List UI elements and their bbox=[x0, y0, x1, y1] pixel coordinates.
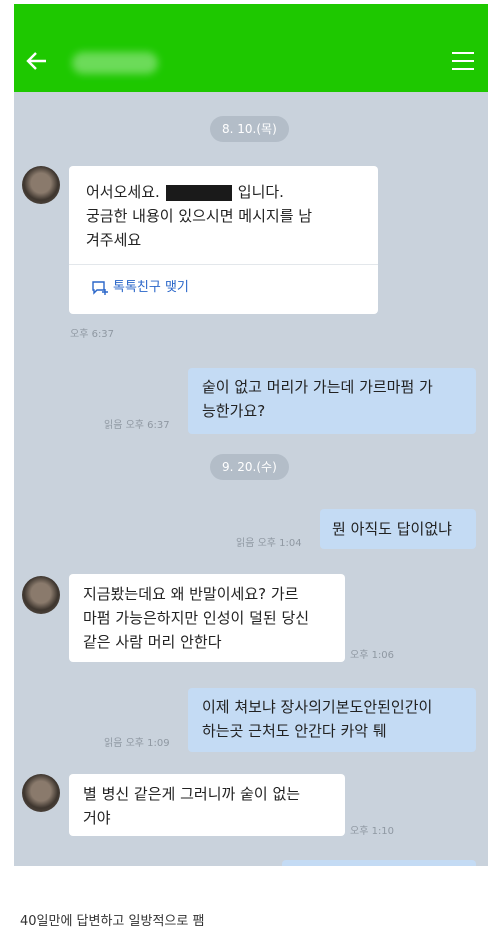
message-text: 별 병신 같은게 그러니까 숱이 없는 bbox=[83, 785, 301, 803]
avatar[interactable] bbox=[22, 774, 60, 812]
chat-screen: 8. 10.(목) 어서오세요. 입니다. 궁금한 내용이 있으시면 메시지를 남… bbox=[14, 4, 488, 866]
message-text: 뭔 아직도 답이없냐 bbox=[332, 520, 452, 538]
avatar[interactable] bbox=[22, 166, 60, 204]
timestamp: 오후 6:37 bbox=[70, 329, 115, 340]
timestamp: 읽음 오후 1:04 bbox=[236, 538, 302, 549]
caption: 40일만에 답변하고 일방적으로 팸 bbox=[20, 914, 205, 929]
message-text: 궁금한 내용이 있으시면 메시지를 남 bbox=[86, 207, 313, 225]
outgoing-message: 뭔 아직도 답이없냐 bbox=[320, 509, 476, 549]
add-friend-link[interactable]: 톡톡친구 맺기 bbox=[91, 276, 189, 300]
timestamp: 오후 1:06 bbox=[350, 650, 395, 661]
outgoing-message: 이제 쳐보냐 장사의기본도안된인간이 하는곳 근처도 안간다 카악 퉤 bbox=[188, 688, 476, 752]
date-divider: 8. 10.(목) bbox=[210, 116, 289, 142]
blurred-chat-title bbox=[72, 52, 158, 74]
message-text: 지금봤는데요 왜 반말이세요? 가르 bbox=[83, 585, 299, 603]
incoming-message: 별 병신 같은게 그러니까 숱이 없는 거야 bbox=[69, 774, 345, 836]
outgoing-message-partial bbox=[282, 860, 476, 866]
message-text: 이제 쳐보냐 장사의기본도안된인간이 bbox=[202, 698, 433, 716]
timestamp: 오후 1:10 bbox=[350, 826, 395, 837]
arrow-left-icon[interactable] bbox=[24, 48, 50, 74]
message-text: 하는곳 근처도 안간다 카악 퉤 bbox=[202, 722, 387, 740]
incoming-message-card: 어서오세요. 입니다. 궁금한 내용이 있으시면 메시지를 남 겨주세요 톡톡친구… bbox=[69, 166, 378, 314]
message-text: 능한가요? bbox=[202, 402, 266, 420]
chat-plus-icon bbox=[92, 280, 108, 295]
message-text: 겨주세요 bbox=[86, 231, 142, 249]
message-text: 같은 사람 머리 안한다 bbox=[83, 633, 222, 651]
app-header bbox=[14, 4, 488, 92]
message-text: 입니다. bbox=[237, 183, 284, 201]
message-text: 어서오세요. bbox=[86, 183, 160, 201]
redacted-name bbox=[165, 184, 232, 201]
menu-icon[interactable] bbox=[452, 52, 474, 72]
message-text: 마펌 가능은하지만 인성이 덜된 당신 bbox=[83, 609, 310, 627]
timestamp: 읽음 오후 1:09 bbox=[104, 738, 170, 749]
date-divider: 9. 20.(수) bbox=[210, 454, 289, 480]
avatar[interactable] bbox=[22, 576, 60, 614]
divider bbox=[69, 264, 378, 265]
message-text: 거야 bbox=[83, 809, 111, 827]
message-text: 숱이 없고 머리가 가는데 가르마펌 가 bbox=[202, 378, 433, 396]
timestamp: 읽음 오후 6:37 bbox=[104, 420, 170, 431]
add-friend-label: 톡톡친구 맺기 bbox=[113, 280, 189, 295]
incoming-message: 지금봤는데요 왜 반말이세요? 가르 마펌 가능은하지만 인성이 덜된 당신 같… bbox=[69, 574, 345, 662]
outgoing-message: 숱이 없고 머리가 가는데 가르마펌 가 능한가요? bbox=[188, 368, 476, 434]
